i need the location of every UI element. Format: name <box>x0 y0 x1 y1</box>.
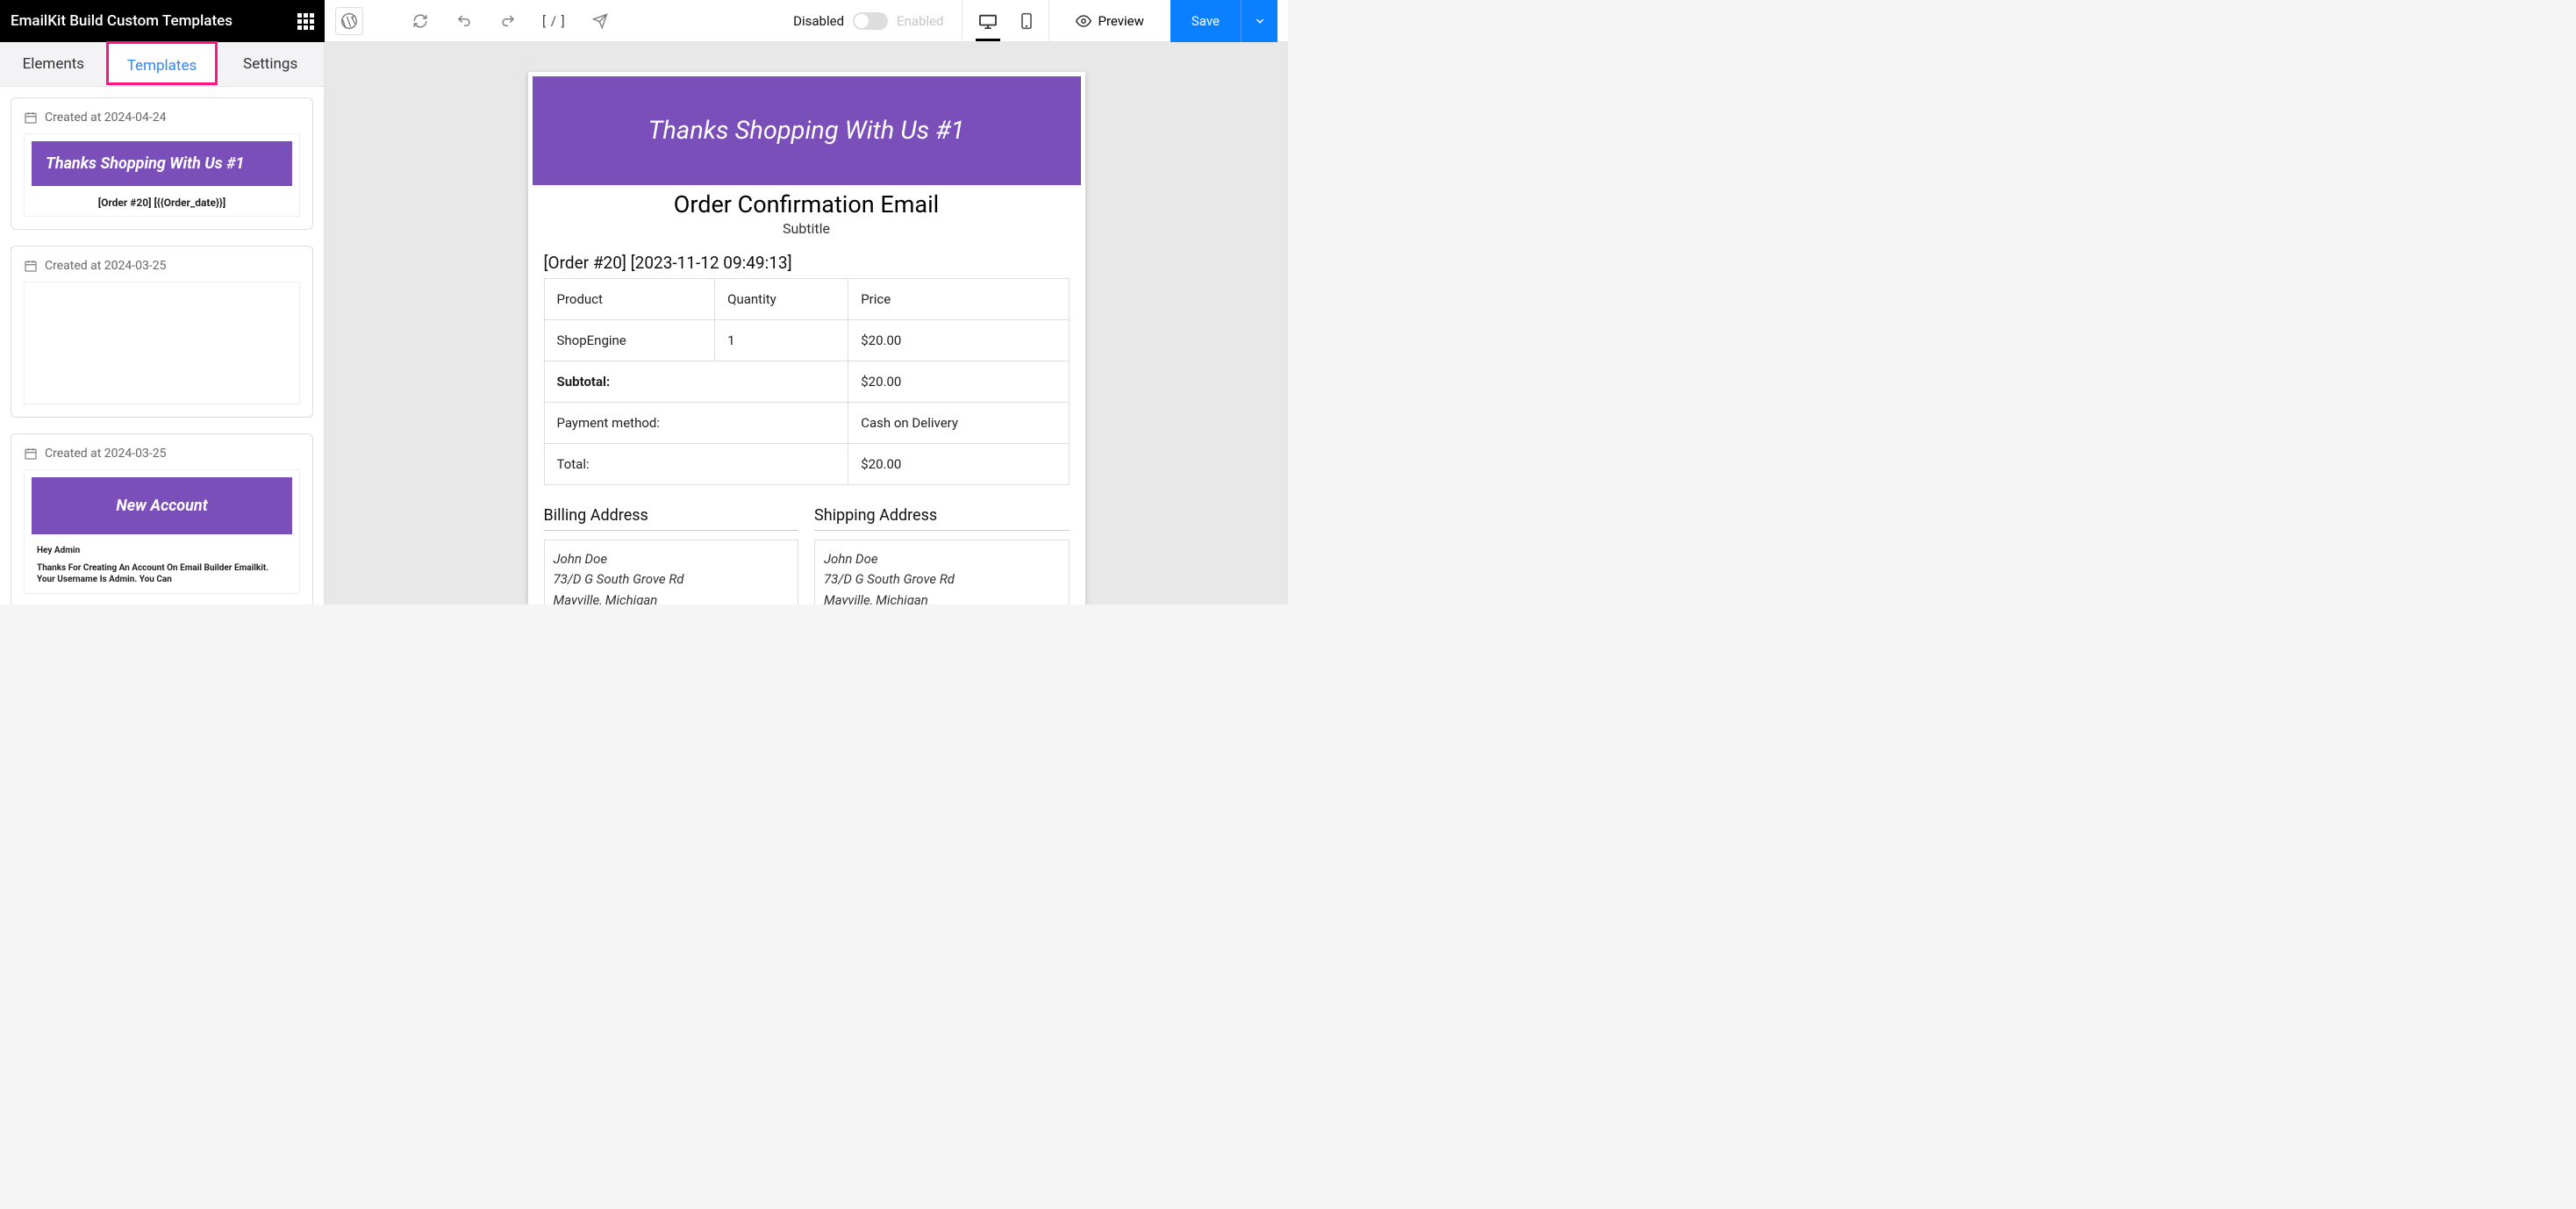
table-row: Subtotal: $20.00 <box>544 361 1069 403</box>
calendar-icon <box>24 447 38 461</box>
preview-button[interactable]: Preview <box>1049 0 1170 42</box>
template-card[interactable]: Created at 2024-04-24 Thanks Shopping Wi… <box>11 97 313 230</box>
chevron-down-icon <box>1254 15 1266 27</box>
disabled-label: Disabled <box>793 13 844 29</box>
table-row: ShopEngine 1 $20.00 <box>544 320 1069 361</box>
blank-template-thumb <box>24 282 300 404</box>
top-header: EmailKit Build Custom Templates [ / ] Di… <box>0 0 1288 42</box>
calendar-icon <box>24 259 38 273</box>
send-icon[interactable] <box>589 10 612 32</box>
template-list[interactable]: Created at 2024-04-24 Thanks Shopping Wi… <box>0 87 324 604</box>
device-toggle <box>962 0 1049 42</box>
template-card-meta: Created at 2024-03-25 <box>45 447 167 461</box>
order-table: Product Quantity Price ShopEngine 1 $20.… <box>544 278 1070 485</box>
email-heading: Order Confirmation Email <box>528 190 1085 218</box>
calendar-icon <box>24 111 38 125</box>
email-subtitle: Subtitle <box>528 220 1085 237</box>
billing-address: Billing Address John Doe 73/D G South Gr… <box>544 506 799 604</box>
canvas[interactable]: Thanks Shopping With Us #1 Order Confirm… <box>325 42 1288 604</box>
order-meta: [Order #20] [2023-11-12 09:49:13] <box>544 253 1070 273</box>
table-row: Total: $20.00 <box>544 444 1069 485</box>
save-dropdown-button[interactable] <box>1241 0 1277 42</box>
enabled-label: Enabled <box>897 13 943 29</box>
template-card-meta: Created at 2024-04-24 <box>45 111 167 125</box>
tab-elements[interactable]: Elements <box>0 42 107 86</box>
save-button[interactable]: Save <box>1170 0 1241 42</box>
undo-icon[interactable] <box>453 10 476 32</box>
device-desktop-icon[interactable] <box>978 13 998 29</box>
redo-icon[interactable] <box>497 10 519 32</box>
tab-templates[interactable]: Templates <box>106 41 218 85</box>
app-title: EmailKit Build Custom Templates <box>11 12 297 30</box>
enable-toggle-group: Disabled Enabled <box>793 12 943 30</box>
enable-toggle[interactable] <box>853 12 888 30</box>
app-grid-icon[interactable] <box>297 13 314 30</box>
refresh-icon[interactable] <box>409 10 432 32</box>
email-preview[interactable]: Thanks Shopping With Us #1 Order Confirm… <box>528 72 1085 604</box>
shipping-address: Shipping Address John Doe 73/D G South G… <box>814 506 1070 604</box>
wordpress-icon[interactable] <box>335 7 363 35</box>
template-card[interactable]: Created at 2024-03-25 <box>11 246 313 418</box>
email-hero: Thanks Shopping With Us #1 <box>533 76 1081 185</box>
toolbar: [ / ] Disabled Enabled Preview Save <box>325 0 1288 41</box>
shortcode-icon[interactable]: [ / ] <box>530 13 578 29</box>
preview-label: Preview <box>1098 13 1144 29</box>
sidebar: Elements Templates Settings Created at 2… <box>0 42 325 604</box>
eye-icon <box>1076 13 1091 29</box>
table-row: Payment method: Cash on Delivery <box>544 403 1069 444</box>
template-card[interactable]: Created at 2024-03-25 New Account Hey Ad… <box>11 433 313 604</box>
table-row: Product Quantity Price <box>544 279 1069 320</box>
device-mobile-icon[interactable] <box>1020 12 1033 30</box>
sidebar-tabs: Elements Templates Settings <box>0 42 324 87</box>
template-card-meta: Created at 2024-03-25 <box>45 259 167 273</box>
tab-settings[interactable]: Settings <box>217 42 324 86</box>
app-title-bar: EmailKit Build Custom Templates <box>0 0 325 42</box>
